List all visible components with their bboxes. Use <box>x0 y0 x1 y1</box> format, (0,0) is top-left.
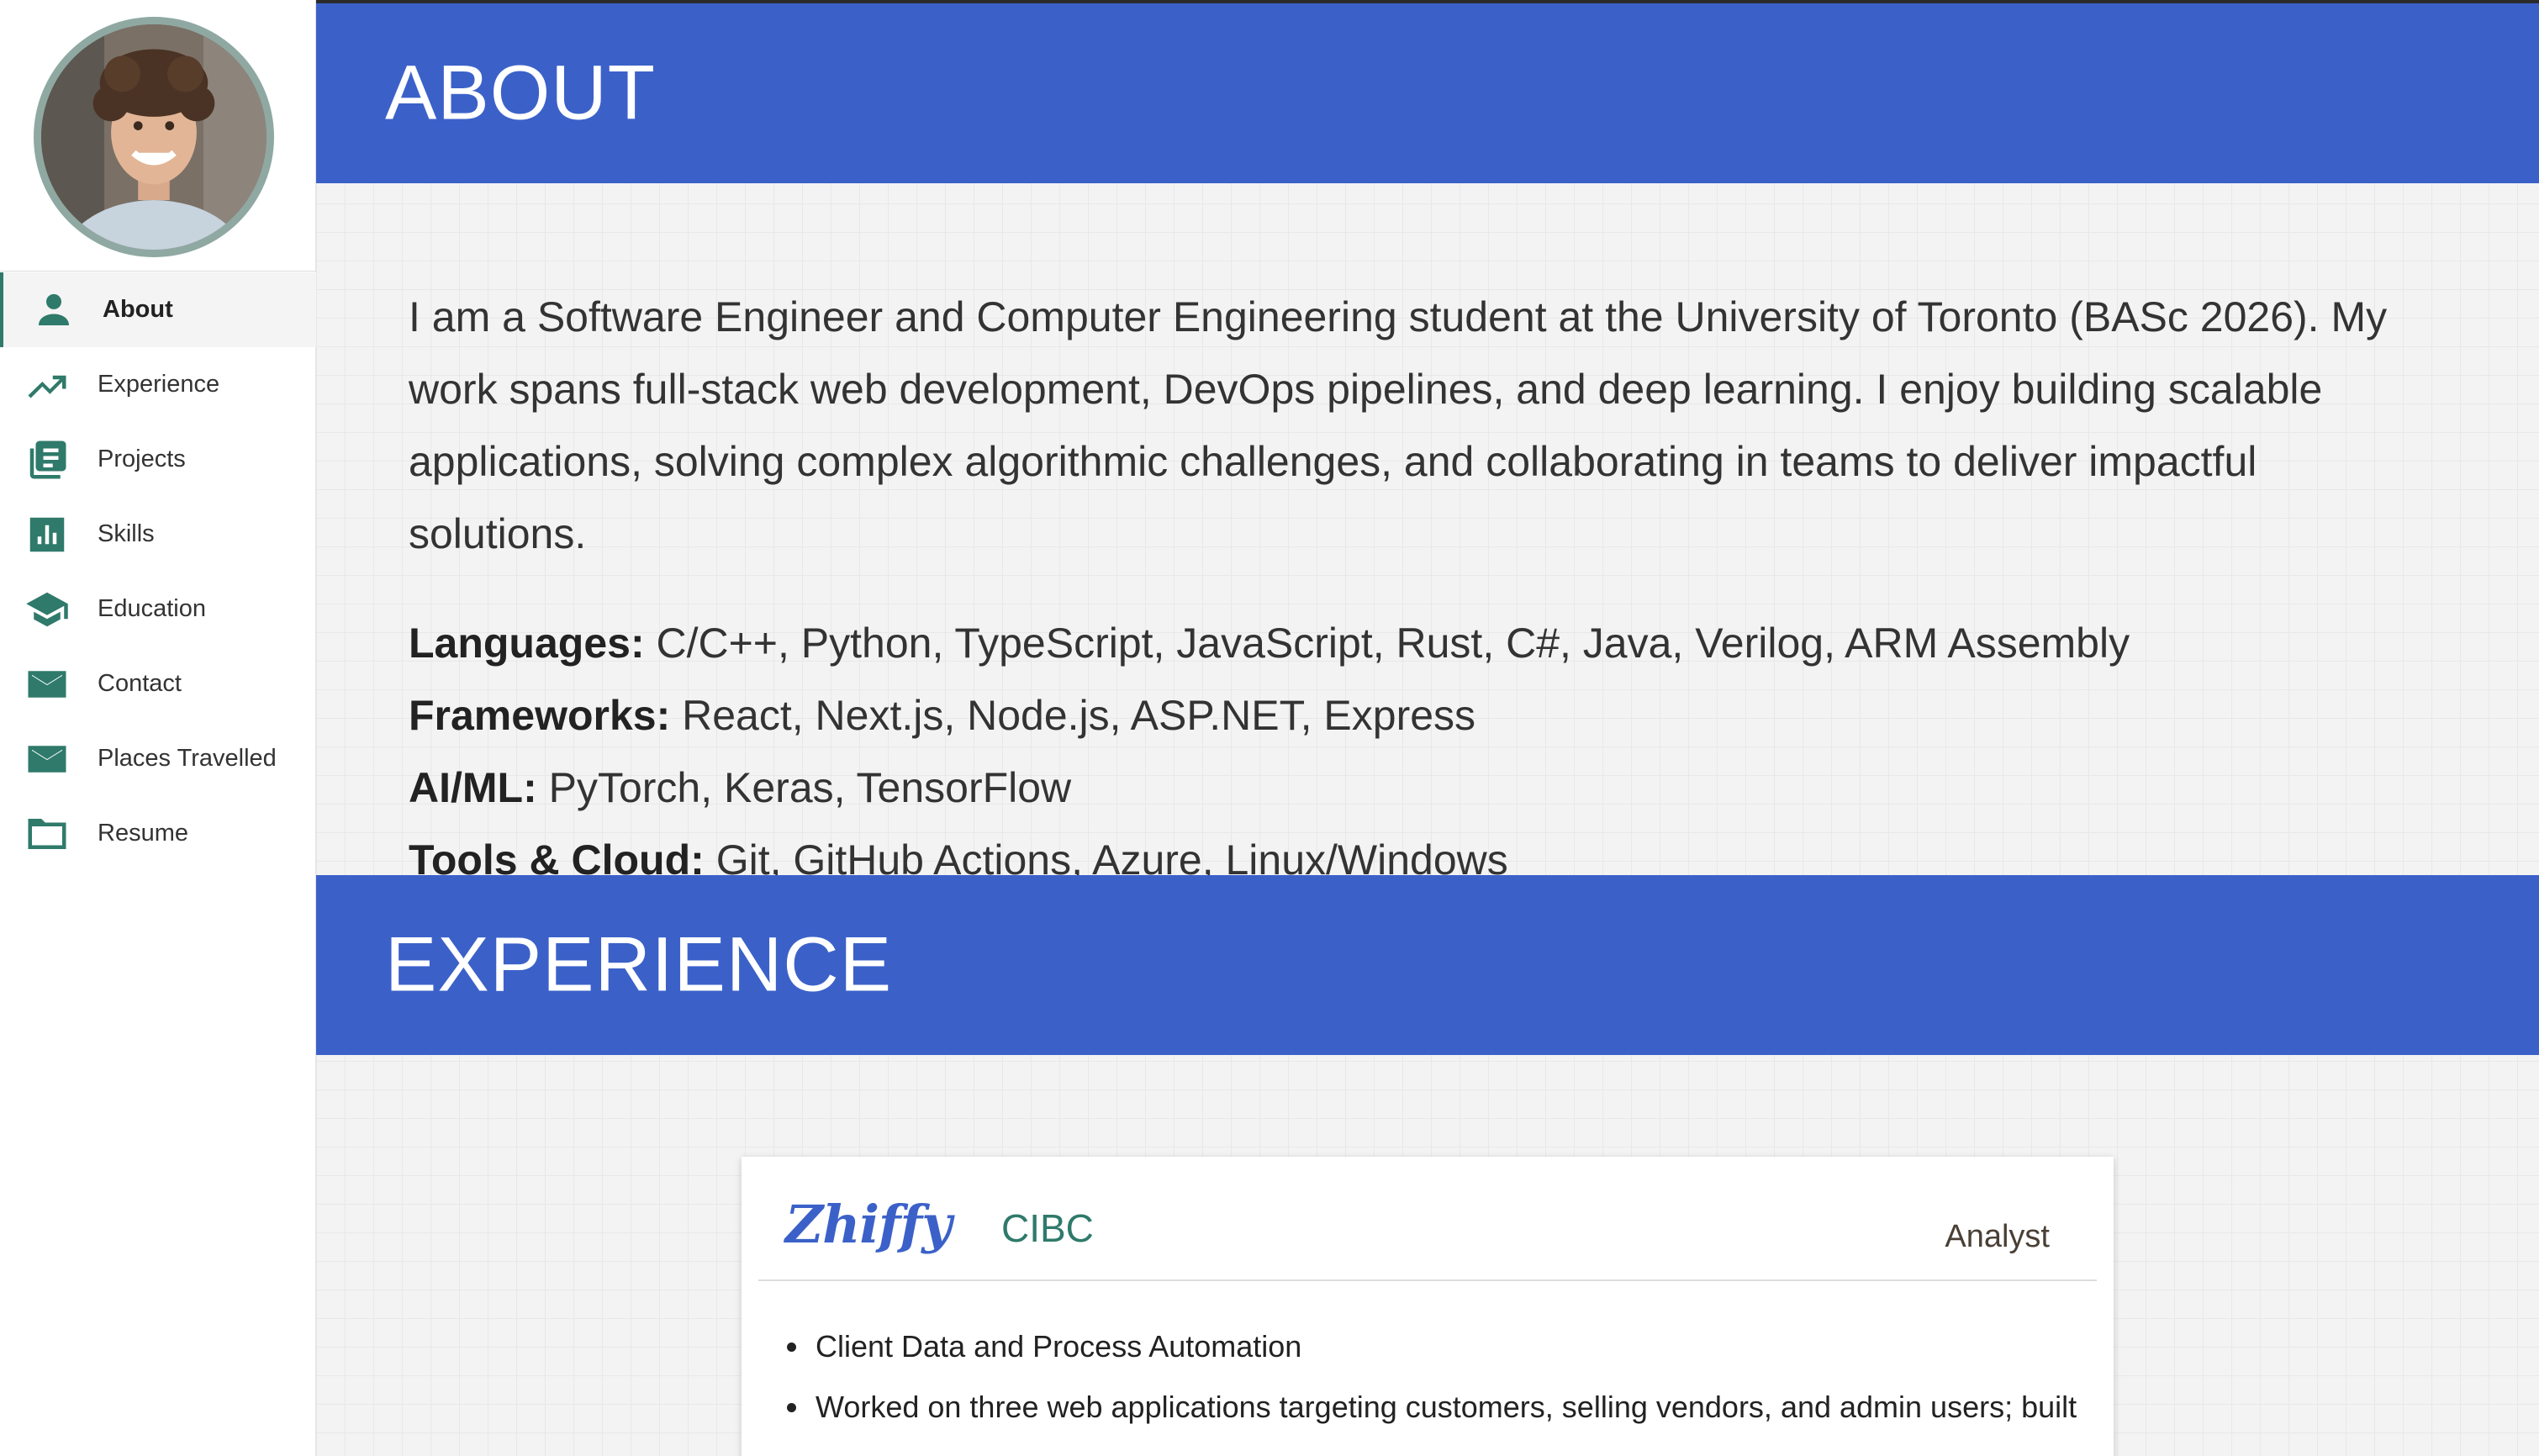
person-icon <box>30 287 77 334</box>
about-section: I am a Software Engineer and Computer En… <box>409 281 2443 896</box>
experience-card: Zhiffy CIBC Analyst Client Data and Proc… <box>742 1157 2114 1456</box>
profile-photo <box>41 24 267 250</box>
company-name: CIBC <box>1001 1206 1094 1250</box>
sidebar-item-experience[interactable]: Experience <box>0 347 316 422</box>
sidebar-item-label: Skills <box>98 520 155 547</box>
experience-bullets: Client Data and Process Automation Worke… <box>787 1316 2080 1438</box>
sidebar-item-label: About <box>103 296 173 323</box>
sidebar-nav: About Experience Projects Skills Educati… <box>0 272 316 871</box>
skill-key: Languages: <box>409 620 645 667</box>
experience-title: EXPERIENCE <box>385 921 893 1008</box>
skill-row-frameworks: Frameworks: React, Next.js, Node.js, ASP… <box>409 679 2443 752</box>
sidebar-item-education[interactable]: Education <box>0 572 316 646</box>
about-paragraph: I am a Software Engineer and Computer En… <box>409 293 2388 557</box>
experience-card-header: Zhiffy CIBC Analyst <box>742 1157 2114 1281</box>
sidebar-item-label: Projects <box>98 446 186 472</box>
trending-up-icon <box>24 361 71 409</box>
sidebar-item-label: Places Travelled <box>98 745 277 772</box>
main-content: ABOUT I am a Software Engineer and Compu… <box>316 3 2539 1456</box>
skills-list: Languages: C/C++, Python, TypeScript, Ja… <box>409 607 2443 896</box>
skill-value: React, Next.js, Node.js, ASP.NET, Expres… <box>670 692 1476 739</box>
projects-list-icon <box>24 436 71 483</box>
list-item: Worked on three web applications targeti… <box>787 1377 2080 1438</box>
sidebar-divider <box>0 271 316 272</box>
sidebar-item-resume[interactable]: Resume <box>0 796 316 871</box>
mail-icon <box>24 736 71 783</box>
job-role: Analyst <box>1945 1219 2050 1254</box>
folder-icon <box>24 810 71 857</box>
sidebar-item-label: Education <box>98 595 206 622</box>
graduation-cap-icon <box>24 586 71 633</box>
skill-value: PyTorch, Keras, TensorFlow <box>536 764 1072 811</box>
list-item: Client Data and Process Automation <box>787 1316 2080 1377</box>
about-header: ABOUT <box>316 3 2539 183</box>
about-title: ABOUT <box>385 50 656 136</box>
experience-header: EXPERIENCE <box>316 875 2539 1055</box>
sidebar-item-contact[interactable]: Contact <box>0 646 316 721</box>
bar-chart-icon <box>24 511 71 558</box>
sidebar: About Experience Projects Skills Educati… <box>0 0 316 1456</box>
skill-key: Frameworks: <box>409 692 671 739</box>
sidebar-item-label: Experience <box>98 371 220 398</box>
skill-value: C/C++, Python, TypeScript, JavaScript, R… <box>644 620 2130 667</box>
skill-key: AI/ML: <box>409 764 537 811</box>
sidebar-item-skills[interactable]: Skills <box>0 497 316 572</box>
mail-icon <box>24 661 71 708</box>
sidebar-item-label: Contact <box>98 670 182 697</box>
company-logo: Zhiffy <box>785 1194 952 1255</box>
card-divider <box>758 1279 2097 1281</box>
avatar <box>34 17 274 257</box>
sidebar-item-about[interactable]: About <box>0 272 316 347</box>
skill-row-ai-ml: AI/ML: PyTorch, Keras, TensorFlow <box>409 752 2443 824</box>
profile-photo-image <box>41 24 267 250</box>
skill-row-languages: Languages: C/C++, Python, TypeScript, Ja… <box>409 607 2443 679</box>
sidebar-item-projects[interactable]: Projects <box>0 422 316 497</box>
sidebar-item-label: Resume <box>98 820 188 847</box>
sidebar-item-places-travelled[interactable]: Places Travelled <box>0 721 316 796</box>
